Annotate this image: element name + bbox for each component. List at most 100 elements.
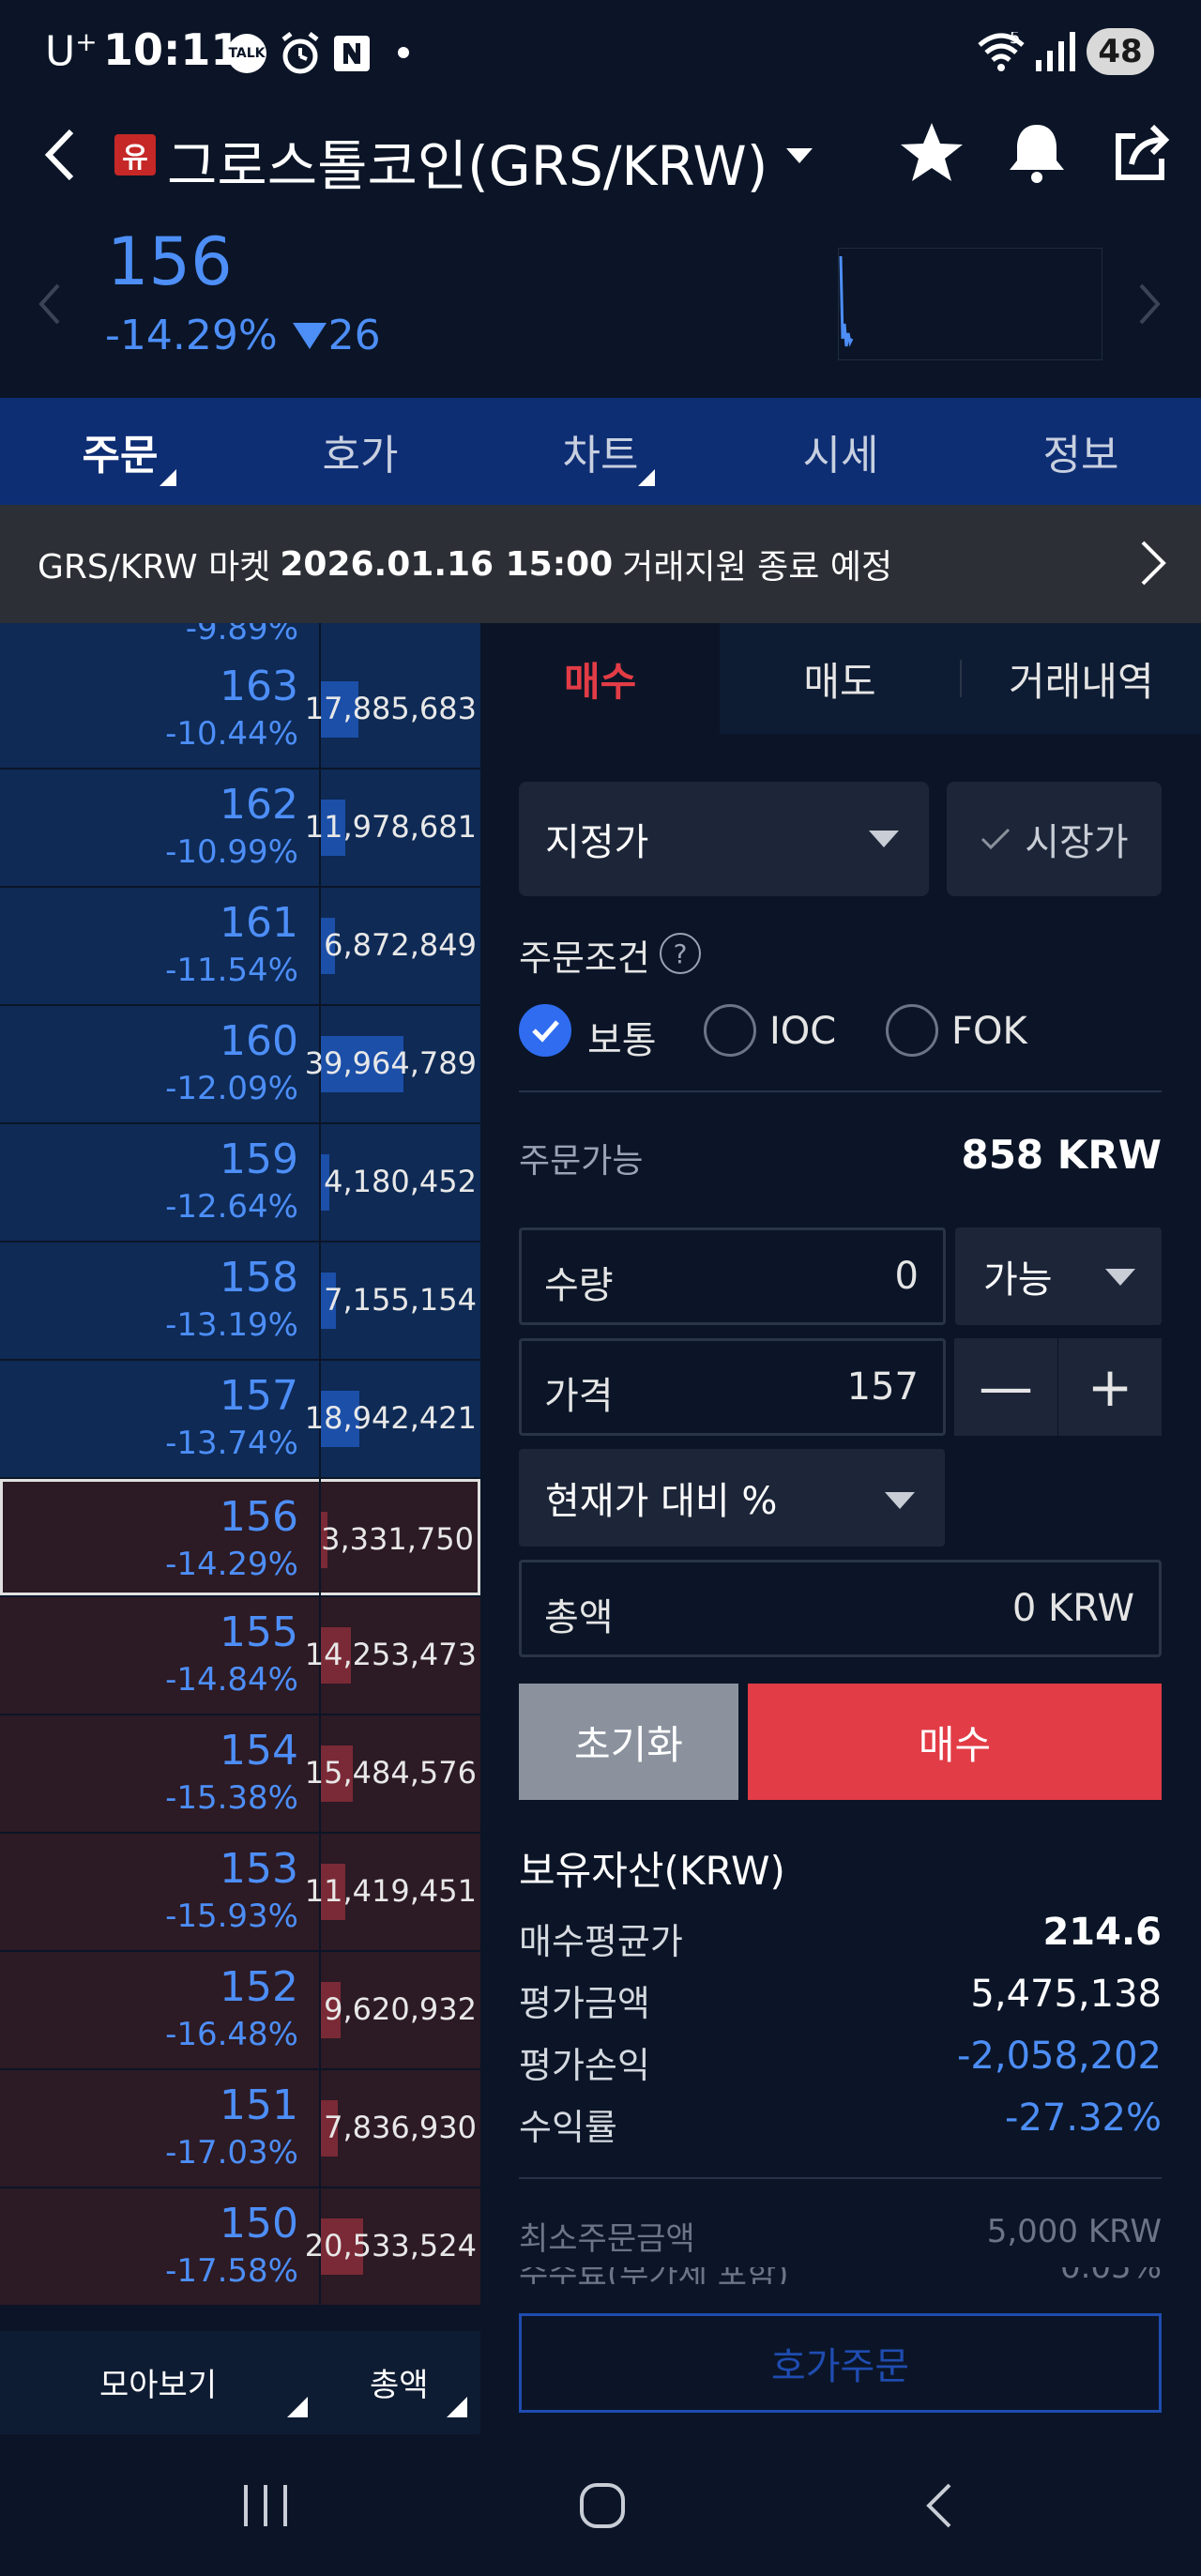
volume-cell[interactable]: 3,331,750 — [321, 1479, 480, 1595]
help-icon[interactable]: ? — [660, 933, 701, 974]
home-icon[interactable] — [578, 2481, 627, 2534]
chevron-down-icon[interactable] — [784, 146, 814, 169]
price-cell[interactable]: 155 -14.84% — [0, 1597, 319, 1714]
orderbook-row[interactable]: 162 -10.99% 11,978,681 — [0, 770, 480, 888]
prev-coin-icon[interactable] — [36, 282, 62, 330]
buy-button[interactable]: 매수 — [748, 1684, 1162, 1800]
volume-cell[interactable]: 39,964,789 — [305, 1006, 480, 1122]
volume-cell[interactable]: 14,253,473 — [305, 1597, 480, 1714]
row-change-pct: -17.03% — [165, 2134, 298, 2172]
market-order-button[interactable]: 시장가 — [947, 782, 1162, 896]
volume-cell[interactable]: 15,484,576 — [305, 1715, 480, 1832]
tab-history[interactable]: 거래내역 — [962, 623, 1201, 734]
coin-title[interactable]: 그로스톨코인(GRS/KRW) — [167, 122, 768, 201]
total-toggle-button[interactable]: 총액 — [370, 2359, 429, 2405]
price-cell[interactable]: 162 -10.99% — [0, 770, 319, 886]
volume-cell[interactable]: 17,885,683 — [305, 651, 480, 768]
system-nav-bar — [0, 2434, 1201, 2576]
price-increase-button[interactable]: + — [1058, 1338, 1162, 1436]
percent-dropdown[interactable]: 현재가 대비 % — [519, 1449, 945, 1547]
price-cell[interactable]: 158 -13.19% — [0, 1242, 319, 1359]
tab-buy[interactable]: 매수 — [480, 623, 721, 734]
volume-cell[interactable]: 11,978,681 — [305, 770, 480, 886]
price-cell[interactable]: 151 -17.03% — [0, 2070, 319, 2187]
delisting-notice[interactable]: GRS/KRW 마켓 2026.01.16 15:00 거래지원 종료 예정 — [0, 505, 1201, 623]
orderbook-row[interactable]: 163 -10.44% 17,885,683 — [0, 651, 480, 770]
row-volume: 11,419,451 — [304, 1873, 477, 1909]
radio-ioc[interactable] — [704, 1004, 756, 1057]
asset-value-pnl: -2,058,202 — [956, 2035, 1162, 2078]
volume-cell[interactable]: 4,180,452 — [321, 1124, 480, 1241]
available-value: 858 KRW — [961, 1132, 1162, 1178]
volume-cell[interactable]: 9,620,932 — [321, 1952, 480, 2068]
price-cell[interactable]: 152 -16.48% — [0, 1952, 319, 2068]
row-price: 152 — [220, 1963, 298, 2011]
asset-label-avg-price: 매수평균가 — [519, 1921, 683, 1962]
price-cell[interactable]: 159 -12.64% — [0, 1124, 319, 1241]
back-icon[interactable] — [38, 122, 84, 188]
volume-cell[interactable]: 7,155,154 — [321, 1242, 480, 1359]
volume-cell[interactable]: 20,533,524 — [305, 2188, 480, 2305]
price-cell[interactable]: 160 -12.09% — [0, 1006, 319, 1122]
orderbook-row[interactable]: 161 -11.54% 6,872,849 — [0, 888, 480, 1006]
volume-cell[interactable]: 18,942,421 — [305, 1361, 480, 1477]
orderbook-row[interactable]: 159 -12.64% 4,180,452 — [0, 1124, 480, 1242]
quantity-field[interactable]: 수량 0 — [519, 1227, 946, 1325]
next-coin-icon[interactable] — [1137, 282, 1163, 330]
radio-fok[interactable] — [886, 1004, 938, 1057]
price-field[interactable]: 가격 157 — [519, 1338, 946, 1436]
radio-normal[interactable] — [519, 1004, 571, 1057]
total-field[interactable]: 총액 0 KRW — [519, 1560, 1162, 1657]
tab-sell[interactable]: 매도 — [720, 623, 959, 734]
orderbook-row[interactable]: 158 -13.19% 7,155,154 — [0, 1242, 480, 1361]
orderbook-row[interactable]: 155 -14.84% 14,253,473 — [0, 1597, 480, 1715]
possible-dropdown[interactable]: 가능 — [955, 1227, 1162, 1325]
price-cell[interactable]: 161 -11.54% — [0, 888, 319, 1004]
orderbook-row[interactable]: 150 -17.58% 20,533,524 — [0, 2188, 480, 2307]
price-cell[interactable]: 154 -15.38% — [0, 1715, 319, 1832]
volume-cell[interactable]: 7,836,930 — [321, 2070, 480, 2187]
nav-back-icon[interactable] — [920, 2481, 957, 2534]
reset-button[interactable]: 초기화 — [519, 1684, 738, 1800]
orderbook-row-current[interactable]: 156 -14.29% 3,331,750 — [0, 1479, 480, 1597]
tab-orderbook[interactable]: 호가 — [240, 398, 655, 505]
book-order-button[interactable]: 호가주문 — [519, 2313, 1162, 2413]
orderbook-row[interactable]: 152 -16.48% 9,620,932 — [0, 1952, 480, 2070]
radio-fok-label[interactable]: FOK — [951, 1010, 1027, 1053]
price-cell[interactable]: 163 -10.44% — [0, 651, 319, 768]
row-price: 155 — [220, 1608, 298, 1656]
tab-order[interactable]: 주문 — [0, 398, 240, 505]
tab-info[interactable]: 정보 — [961, 398, 1201, 505]
orderbook-row[interactable]: 157 -13.74% 18,942,421 — [0, 1361, 480, 1479]
row-price: 158 — [220, 1254, 298, 1302]
partial-row-volume — [321, 623, 480, 651]
tab-chart[interactable]: 차트 — [480, 398, 721, 505]
price-cell[interactable]: 150 -17.58% — [0, 2188, 319, 2305]
row-change-pct: -15.38% — [165, 1779, 298, 1817]
star-icon[interactable] — [897, 117, 966, 187]
bell-icon[interactable] — [1002, 117, 1072, 187]
orderbook-row[interactable]: 160 -12.09% 39,964,789 — [0, 1006, 480, 1124]
row-volume: 3,331,750 — [321, 1521, 474, 1557]
battery-indicator: 48 — [1087, 28, 1154, 75]
price-decrease-button[interactable]: — — [954, 1338, 1057, 1436]
chevron-down-icon — [1105, 1269, 1135, 1286]
orderbook-row[interactable]: 153 -15.93% 11,419,451 — [0, 1834, 480, 1952]
order-type-dropdown[interactable]: 지정가 — [519, 782, 929, 896]
mini-chart[interactable] — [838, 248, 1102, 360]
volume-cell[interactable]: 6,872,849 — [321, 888, 480, 1004]
orderbook-row[interactable]: 151 -17.03% 7,836,930 — [0, 2070, 480, 2188]
share-icon[interactable] — [1107, 117, 1177, 187]
volume-cell[interactable]: 11,419,451 — [305, 1834, 480, 1950]
notice-datetime: 2026.01.16 15:00 — [280, 544, 614, 584]
order-condition-label: 주문조건 — [519, 937, 650, 979]
radio-normal-label[interactable]: 보통 — [587, 1010, 657, 1064]
group-view-button[interactable]: 모아보기 — [99, 2359, 217, 2405]
price-cell[interactable]: 157 -13.74% — [0, 1361, 319, 1477]
tab-market-price[interactable]: 시세 — [721, 398, 961, 505]
price-cell[interactable]: 153 -15.93% — [0, 1834, 319, 1950]
radio-ioc-label[interactable]: IOC — [769, 1010, 836, 1053]
price-cell[interactable]: 156 -14.29% — [0, 1479, 319, 1595]
orderbook-row[interactable]: 154 -15.38% 15,484,576 — [0, 1715, 480, 1834]
recent-apps-icon[interactable] — [240, 2483, 291, 2532]
